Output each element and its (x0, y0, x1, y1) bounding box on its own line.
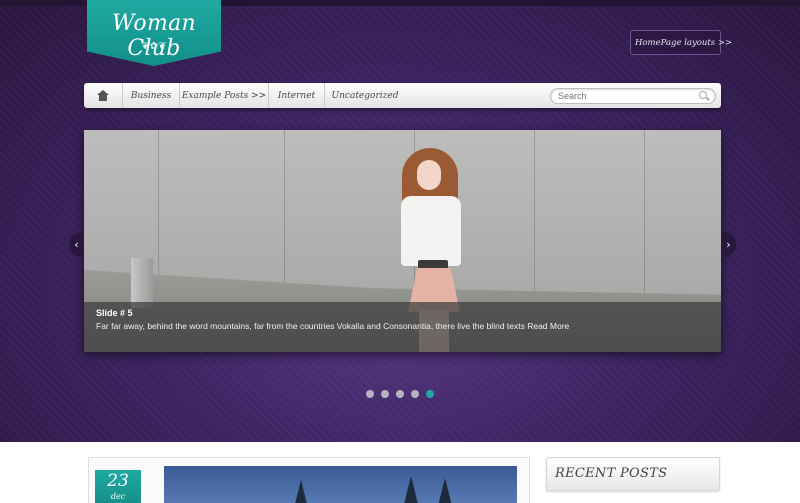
slider-dot-2[interactable] (381, 390, 389, 398)
top-links: Home Page layouts >> (630, 30, 732, 55)
nav-item-business[interactable]: Business (123, 83, 180, 108)
search-icon[interactable] (699, 91, 707, 99)
slider-prev-chevron-icon[interactable]: ‹ (69, 232, 84, 257)
thumbnail-tree (438, 478, 452, 503)
post-thumbnail[interactable] (164, 466, 517, 503)
nav-home[interactable] (84, 83, 123, 108)
search-input[interactable] (550, 88, 716, 104)
toplink-home[interactable]: Home (635, 38, 661, 48)
slide-caption: Slide # 5 Far far away, behind the word … (84, 302, 721, 352)
slider-dot-4[interactable] (411, 390, 419, 398)
slider-next-chevron-icon[interactable]: › (721, 232, 736, 257)
nav-item-example-posts[interactable]: Example Posts >> (180, 83, 269, 108)
recent-posts-title: RECENT POSTS (555, 466, 668, 481)
logo-title: Woman Club (111, 11, 196, 61)
post-date-month: dec (110, 492, 126, 501)
logo-ornament-icon: ❦✿❦ (141, 41, 167, 52)
site-logo[interactable]: Woman Club ❦✿❦ (87, 0, 221, 66)
slider-pagination (366, 390, 434, 398)
recent-posts-widget-header: RECENT POSTS (546, 457, 720, 491)
slide-figure-shirt (401, 196, 461, 266)
thumbnail-tree (404, 476, 418, 503)
slide-caption-title: Slide # 5 (96, 308, 133, 318)
slide-caption-text[interactable]: Far far away, behind the word mountains,… (96, 321, 709, 331)
nav-item-uncategorized[interactable]: Uncategorized (325, 83, 405, 108)
hero-background: Woman Club ❦✿❦ Home Page layouts >> Busi… (0, 0, 800, 442)
thumbnail-tree (294, 480, 308, 503)
nav-item-internet[interactable]: Internet (269, 83, 325, 108)
slider-dot-1[interactable] (366, 390, 374, 398)
slider-dot-5[interactable] (426, 390, 434, 398)
home-icon (97, 90, 109, 101)
slide-figure-face (417, 160, 441, 190)
image-slider: Slide # 5 Far far away, behind the word … (84, 130, 721, 352)
post-date-badge: 23 dec (95, 470, 141, 503)
slider-dot-3[interactable] (396, 390, 404, 398)
post-date-day: 23 (107, 471, 129, 491)
toplink-page-layouts[interactable]: Page layouts >> (661, 38, 732, 48)
slide-concrete-post (131, 258, 153, 308)
